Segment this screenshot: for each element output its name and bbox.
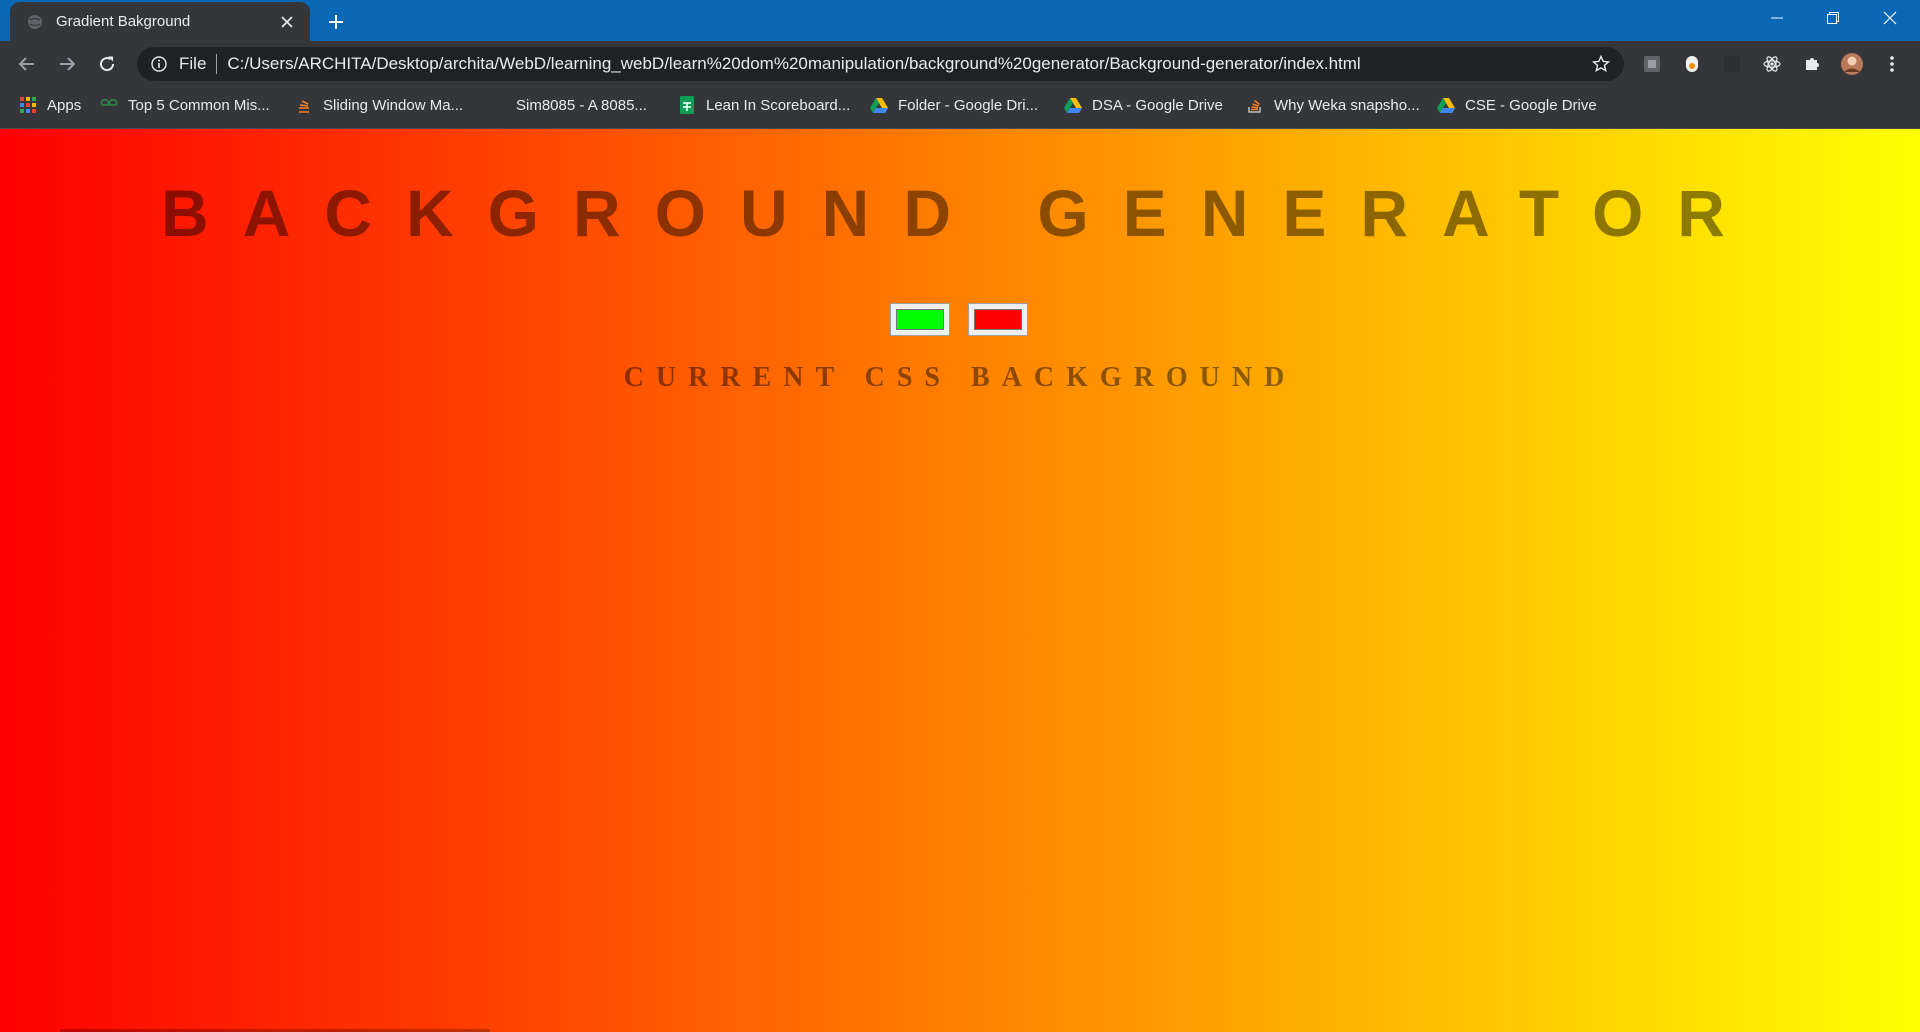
stack-icon — [295, 96, 313, 114]
globe-icon — [26, 13, 44, 31]
color-swatch-1 — [896, 309, 944, 330]
arrow-left-icon — [18, 57, 34, 71]
bookmark-label: Top 5 Common Mis... — [128, 96, 270, 114]
drive-icon — [1064, 96, 1082, 114]
extension-dark-icon[interactable] — [1717, 49, 1747, 79]
bookmark-label: Lean In Scoreboard... — [706, 96, 851, 114]
bookmark-apps[interactable]: Apps — [19, 87, 81, 123]
restore-icon — [1827, 12, 1839, 24]
title-bar: Gradient Bakground — [0, 0, 1920, 41]
profile-avatar[interactable] — [1837, 49, 1867, 79]
bookmark-label: Apps — [47, 96, 82, 114]
new-tab-button[interactable] — [322, 8, 350, 36]
bookmark-label: CSE - Google Drive — [1465, 96, 1597, 114]
menu-kebab-icon[interactable] — [1877, 49, 1907, 79]
browser-tab[interactable]: Gradient Bakground — [10, 2, 310, 41]
reload-icon — [100, 56, 115, 72]
close-window-button[interactable] — [1862, 0, 1918, 36]
browser-toolbar: File C:/Users/ARCHITA/Desktop/archita/We… — [0, 41, 1920, 87]
bookmark-sliding-window[interactable]: Sliding Window Ma... — [295, 87, 463, 123]
bookmarks-bar: Apps Top 5 Common Mis... Sliding Window … — [0, 87, 1920, 129]
bookmark-folder-drive[interactable]: Folder - Google Dri... — [870, 87, 1038, 123]
arrow-right-icon — [60, 57, 76, 71]
bookmark-top5[interactable]: Top 5 Common Mis... — [100, 87, 270, 123]
url-scheme-label: File — [179, 54, 207, 73]
restore-button[interactable] — [1805, 0, 1861, 36]
bookmark-lean-in[interactable]: Lean In Scoreboard... — [678, 87, 850, 123]
address-divider — [216, 54, 218, 74]
react-devtools-icon[interactable] — [1757, 49, 1787, 79]
color-input-1[interactable] — [890, 303, 950, 336]
color-input-2[interactable] — [968, 303, 1028, 336]
bookmark-label: DSA - Google Drive — [1092, 96, 1223, 114]
bookmark-label: Why Weka snapsho... — [1274, 96, 1420, 114]
address-bar[interactable]: File C:/Users/ARCHITA/Desktop/archita/We… — [137, 47, 1624, 81]
info-icon[interactable] — [149, 54, 169, 74]
extensions-puzzle-icon[interactable] — [1797, 49, 1827, 79]
bookmark-sim8085[interactable]: Sim8085 - A 8085... — [516, 87, 647, 123]
bookmark-weka[interactable]: Why Weka snapsho... — [1246, 87, 1420, 123]
drive-icon — [1437, 96, 1455, 114]
tab-title: Gradient Bakground — [56, 13, 191, 30]
plus-icon — [329, 15, 343, 29]
minimize-button[interactable] — [1749, 0, 1805, 36]
minimize-icon — [1771, 17, 1783, 19]
reload-button[interactable] — [92, 49, 122, 79]
bookmark-label: Sliding Window Ma... — [323, 96, 464, 114]
apps-grid-icon — [19, 96, 37, 114]
gfg-icon — [100, 96, 118, 114]
extension-mouse-icon[interactable] — [1677, 49, 1707, 79]
current-css-heading: CURRENT CSS BACKGROUND — [623, 362, 1297, 393]
bookmark-label: Folder - Google Dri... — [898, 96, 1039, 114]
page-title: BACKGROUND GENERATOR — [161, 176, 1759, 250]
tab-close-icon[interactable] — [276, 11, 298, 33]
page-body: BACKGROUND GENERATOR CURRENT CSS BACKGRO… — [0, 129, 1920, 1032]
stackoverflow-icon — [1246, 96, 1264, 114]
back-button[interactable] — [12, 49, 42, 79]
sheets-icon — [678, 96, 696, 114]
bookmark-star-icon[interactable] — [1586, 49, 1616, 79]
bookmark-dsa-drive[interactable]: DSA - Google Drive — [1064, 87, 1223, 123]
color-swatch-2 — [974, 309, 1022, 330]
drive-icon — [870, 96, 888, 114]
url-text[interactable]: C:/Users/ARCHITA/Desktop/archita/WebD/le… — [227, 54, 1586, 74]
extension-tab-icon[interactable] — [1637, 49, 1667, 79]
bookmark-cse-drive[interactable]: CSE - Google Drive — [1437, 87, 1597, 123]
bookmark-label: Sim8085 - A 8085... — [516, 96, 647, 114]
color-pickers — [890, 303, 1030, 339]
forward-button[interactable] — [52, 49, 82, 79]
close-icon — [1883, 11, 1897, 25]
